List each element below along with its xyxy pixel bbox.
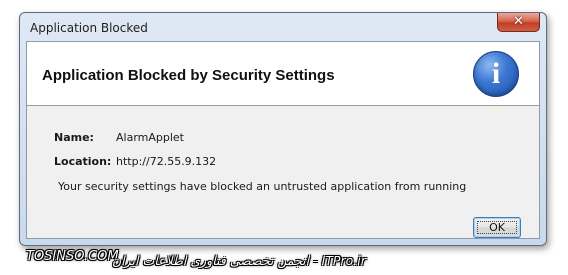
watermark-caption: انجمن تخصصی فناوری اطلاعات ایران - ITPro… (112, 253, 366, 268)
dialog-header: Application Blocked by Security Settings… (27, 42, 539, 106)
window-title: Application Blocked (30, 21, 148, 35)
ok-button-label: OK (489, 221, 505, 234)
watermark-site: TOSINSO.COM (26, 249, 119, 264)
location-value: http://72.55.9.132 (116, 155, 217, 168)
title-bar[interactable]: Application Blocked ✕ (20, 13, 546, 41)
dialog-body: Name: AlarmApplet Location: http://72.55… (27, 106, 539, 238)
close-icon: ✕ (513, 14, 524, 29)
info-glyph: i (491, 57, 501, 90)
dialog-window: Application Blocked ✕ Application Blocke… (19, 12, 547, 246)
location-label: Location: (54, 155, 112, 168)
name-value: AlarmApplet (116, 131, 184, 144)
name-label: Name: (54, 131, 94, 144)
ok-button[interactable]: OK (473, 217, 521, 238)
dialog-content: Application Blocked by Security Settings… (26, 41, 540, 239)
info-icon: i (473, 51, 519, 97)
security-message: Your security settings have blocked an u… (58, 180, 467, 193)
close-button[interactable]: ✕ (497, 13, 540, 32)
dialog-heading: Application Blocked by Security Settings (42, 67, 335, 84)
